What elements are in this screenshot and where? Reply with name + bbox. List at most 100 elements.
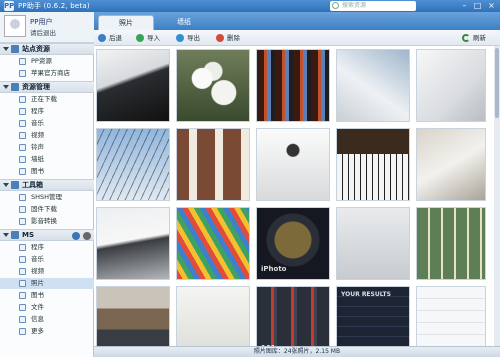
photo-thumbnail[interactable]: iPhoto [256,207,330,280]
photo-thumbnail[interactable] [416,128,486,201]
photo-thumbnail[interactable] [96,286,170,346]
photo-thumbnail[interactable] [336,128,410,201]
back-button[interactable]: 后退 [98,32,122,44]
sidebar-item-media-convert[interactable]: 影音转换 [0,216,94,227]
photo-thumbnail[interactable] [176,207,250,280]
close-button[interactable]: × [486,1,497,10]
section-site-resources[interactable]: 站点资源 [0,43,94,55]
sidebar-item-firmware[interactable]: 固件下载 [0,204,94,215]
vertical-scrollbar[interactable] [494,46,500,346]
sidebar-item-label: SHSH管理 [31,193,63,201]
firmware-icon [19,206,26,213]
sidebar-item-books[interactable]: 图书 [0,166,94,177]
photo-thumbnail[interactable] [96,128,170,201]
sidebar-item-label: 程序 [31,107,44,115]
sidebar-item-device-books[interactable]: 图书 [0,290,94,301]
photo-thumbnail[interactable] [256,49,330,122]
book-icon [19,292,26,299]
sidebar-item-pp-resources[interactable]: PP资源 [0,56,94,67]
photo-thumbnail[interactable] [96,49,170,122]
user-name[interactable]: PP用户 [30,17,52,27]
photo-thumbnail[interactable] [336,207,410,280]
sidebar-item-downloading[interactable]: 正在下载 [0,94,94,105]
chevron-down-icon [3,47,9,51]
refresh-button[interactable]: 刷新 [462,32,486,44]
refresh-label: 刷新 [473,34,486,42]
sidebar-item-label: 固件下载 [31,205,57,213]
sidebar-item-label: 影音转换 [31,217,57,225]
import-button[interactable]: 导入 [136,32,160,44]
sidebar-item-device-photos[interactable]: 照片 [0,278,94,289]
scrollbar-thumb[interactable] [495,48,499,118]
export-button[interactable]: 导出 [176,32,200,44]
photo-thumbnail[interactable] [176,286,250,346]
search-input[interactable]: 搜索资源 [330,1,416,11]
folder-icon [11,83,19,91]
user-panel: PP用户 请后退出 [0,12,94,43]
message-icon [19,316,26,323]
delete-button[interactable]: 删除 [216,32,240,44]
sidebar-item-wallpapers[interactable]: 墙纸 [0,154,94,165]
tab-bar: 照片 墙纸 [94,12,500,30]
sidebar-item-label: PP资源 [31,57,52,65]
sidebar-item-device-files[interactable]: 文件 [0,302,94,313]
window-title: PP助手 (0.6.2, beta) [18,2,90,10]
sidebar-item-label: 墙纸 [31,155,44,163]
main-panel: 照片 墙纸 后退 导入 导出 删除 刷新 iPhoto YOUR RESULTS… [94,12,500,357]
photo-thumbnail[interactable]: YOUR RESULTS [336,286,410,346]
sidebar-item-music[interactable]: 音乐 [0,118,94,129]
sidebar-item-device-video[interactable]: 视频 [0,266,94,277]
toolbox-icon [11,181,19,189]
chevron-down-icon [3,85,9,89]
photo-grid: iPhoto 101 YOUR RESULTS [94,46,494,346]
section-label: 资源管理 [22,83,50,91]
sidebar-item-label: 铃声 [31,143,44,151]
sidebar-item-device-programs[interactable]: 程序 [0,242,94,253]
photo-thumbnail[interactable] [336,49,410,122]
section-toolbox[interactable]: 工具箱 [0,179,94,191]
maximize-button[interactable]: □ [472,1,483,10]
sidebar-item-device-messages[interactable]: 信息 [0,314,94,325]
sidebar-item-label: 视频 [31,267,44,275]
search-icon [332,2,339,9]
photo-thumbnail[interactable] [96,207,170,280]
eject-icon[interactable] [83,232,91,240]
sidebar-item-device-music[interactable]: 音乐 [0,254,94,265]
tab-wallpapers[interactable]: 墙纸 [156,15,212,30]
section-resource-management[interactable]: 资源管理 [0,81,94,93]
minimize-button[interactable]: – [459,1,470,10]
sidebar-item-app-store[interactable]: 苹果官方商店 [0,68,94,79]
photo-thumbnail[interactable] [416,286,486,346]
toolbar: 后退 导入 导出 删除 刷新 [94,30,500,46]
section-device[interactable]: MS [0,229,94,241]
photo-thumbnail[interactable] [256,128,330,201]
avatar[interactable] [4,15,26,37]
section-label: 站点资源 [22,45,50,53]
photo-thumbnail[interactable] [416,207,486,280]
export-icon [176,34,184,42]
sidebar-item-label: 程序 [31,243,44,251]
app-icon [19,244,26,251]
app-logo-icon: PP [4,1,15,11]
video-icon [19,132,26,139]
tab-photos[interactable]: 照片 [98,15,154,30]
chevron-down-icon [3,233,9,237]
sidebar-item-ringtones[interactable]: 铃声 [0,142,94,153]
refresh-device-icon[interactable] [72,232,80,240]
sidebar-item-label: 图书 [31,291,44,299]
sidebar-item-label: 正在下载 [31,95,57,103]
photo-thumbnail[interactable]: 101 [256,286,330,346]
sidebar-item-programs[interactable]: 程序 [0,106,94,117]
sidebar-item-device-more[interactable]: 更多 [0,326,94,337]
sidebar: PP用户 请后退出 站点资源 PP资源 苹果官方商店 资源管理 正在下载 程序 … [0,12,94,357]
logout-link[interactable]: 请后退出 [30,27,56,37]
sidebar-item-shsh[interactable]: SHSH管理 [0,192,94,203]
photo-icon [19,280,26,287]
export-label: 导出 [187,34,200,42]
photo-thumbnail[interactable] [416,49,486,122]
shield-icon [19,194,26,201]
sidebar-item-video[interactable]: 视频 [0,130,94,141]
photo-thumbnail[interactable] [176,49,250,122]
sidebar-item-label: 更多 [31,327,44,335]
photo-thumbnail[interactable] [176,128,250,201]
